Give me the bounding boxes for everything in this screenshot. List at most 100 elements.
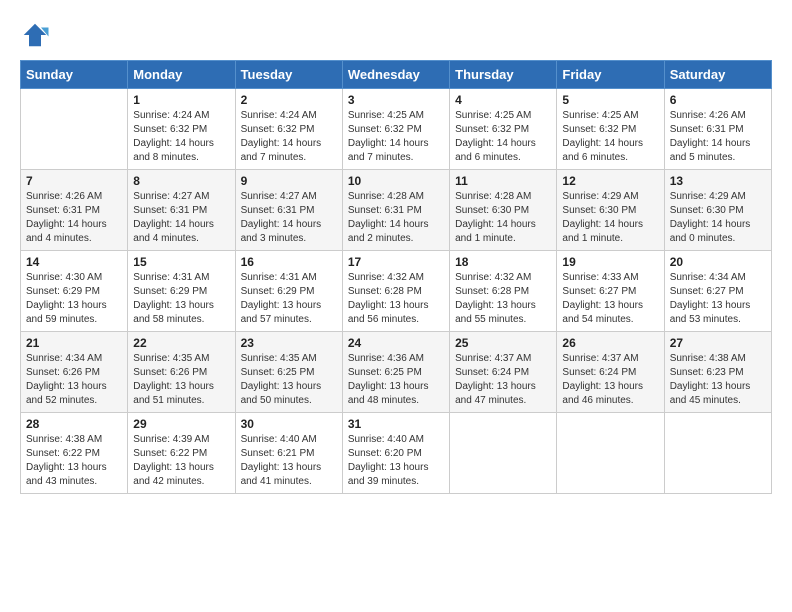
- sunset-text: Sunset: 6:29 PM: [241, 286, 315, 297]
- daylight-text: Daylight: 13 hours and 53 minutes.: [670, 300, 751, 325]
- sunrise-text: Sunrise: 4:33 AM: [562, 272, 638, 283]
- sunset-text: Sunset: 6:29 PM: [133, 286, 207, 297]
- day-number: 24: [348, 336, 444, 350]
- day-info: Sunrise: 4:40 AM Sunset: 6:20 PM Dayligh…: [348, 433, 444, 489]
- sunset-text: Sunset: 6:29 PM: [26, 286, 100, 297]
- calendar-week-1: 1 Sunrise: 4:24 AM Sunset: 6:32 PM Dayli…: [21, 89, 772, 170]
- calendar-cell: [557, 413, 664, 494]
- daylight-text: Daylight: 13 hours and 56 minutes.: [348, 300, 429, 325]
- calendar-cell: [450, 413, 557, 494]
- daylight-text: Daylight: 13 hours and 39 minutes.: [348, 462, 429, 487]
- sunrise-text: Sunrise: 4:26 AM: [26, 191, 102, 202]
- sunrise-text: Sunrise: 4:25 AM: [562, 110, 638, 121]
- sunset-text: Sunset: 6:31 PM: [133, 205, 207, 216]
- day-info: Sunrise: 4:36 AM Sunset: 6:25 PM Dayligh…: [348, 352, 444, 408]
- sunrise-text: Sunrise: 4:32 AM: [348, 272, 424, 283]
- sunset-text: Sunset: 6:25 PM: [241, 367, 315, 378]
- sunrise-text: Sunrise: 4:27 AM: [241, 191, 317, 202]
- daylight-text: Daylight: 13 hours and 45 minutes.: [670, 381, 751, 406]
- calendar-header-tuesday: Tuesday: [235, 61, 342, 89]
- calendar-week-2: 7 Sunrise: 4:26 AM Sunset: 6:31 PM Dayli…: [21, 170, 772, 251]
- sunset-text: Sunset: 6:32 PM: [562, 124, 636, 135]
- calendar-cell: 17 Sunrise: 4:32 AM Sunset: 6:28 PM Dayl…: [342, 251, 449, 332]
- day-info: Sunrise: 4:27 AM Sunset: 6:31 PM Dayligh…: [133, 190, 229, 246]
- calendar-cell: 28 Sunrise: 4:38 AM Sunset: 6:22 PM Dayl…: [21, 413, 128, 494]
- day-number: 1: [133, 93, 229, 107]
- calendar-cell: 4 Sunrise: 4:25 AM Sunset: 6:32 PM Dayli…: [450, 89, 557, 170]
- day-number: 30: [241, 417, 337, 431]
- day-number: 15: [133, 255, 229, 269]
- day-number: 26: [562, 336, 658, 350]
- header: [20, 20, 772, 50]
- sunrise-text: Sunrise: 4:27 AM: [133, 191, 209, 202]
- calendar-header-wednesday: Wednesday: [342, 61, 449, 89]
- calendar-cell: 8 Sunrise: 4:27 AM Sunset: 6:31 PM Dayli…: [128, 170, 235, 251]
- day-number: 20: [670, 255, 766, 269]
- calendar-cell: 24 Sunrise: 4:36 AM Sunset: 6:25 PM Dayl…: [342, 332, 449, 413]
- calendar-cell: 16 Sunrise: 4:31 AM Sunset: 6:29 PM Dayl…: [235, 251, 342, 332]
- day-info: Sunrise: 4:33 AM Sunset: 6:27 PM Dayligh…: [562, 271, 658, 327]
- day-number: 10: [348, 174, 444, 188]
- day-info: Sunrise: 4:25 AM Sunset: 6:32 PM Dayligh…: [348, 109, 444, 165]
- sunrise-text: Sunrise: 4:29 AM: [562, 191, 638, 202]
- day-info: Sunrise: 4:30 AM Sunset: 6:29 PM Dayligh…: [26, 271, 122, 327]
- calendar-cell: 13 Sunrise: 4:29 AM Sunset: 6:30 PM Dayl…: [664, 170, 771, 251]
- sunset-text: Sunset: 6:22 PM: [133, 448, 207, 459]
- calendar-cell: 30 Sunrise: 4:40 AM Sunset: 6:21 PM Dayl…: [235, 413, 342, 494]
- day-info: Sunrise: 4:39 AM Sunset: 6:22 PM Dayligh…: [133, 433, 229, 489]
- calendar-cell: 22 Sunrise: 4:35 AM Sunset: 6:26 PM Dayl…: [128, 332, 235, 413]
- sunset-text: Sunset: 6:32 PM: [241, 124, 315, 135]
- calendar-header-thursday: Thursday: [450, 61, 557, 89]
- sunset-text: Sunset: 6:27 PM: [670, 286, 744, 297]
- sunrise-text: Sunrise: 4:34 AM: [670, 272, 746, 283]
- calendar-cell: 1 Sunrise: 4:24 AM Sunset: 6:32 PM Dayli…: [128, 89, 235, 170]
- day-number: 8: [133, 174, 229, 188]
- daylight-text: Daylight: 14 hours and 6 minutes.: [562, 138, 643, 163]
- day-info: Sunrise: 4:26 AM Sunset: 6:31 PM Dayligh…: [26, 190, 122, 246]
- calendar-cell: 7 Sunrise: 4:26 AM Sunset: 6:31 PM Dayli…: [21, 170, 128, 251]
- day-number: 11: [455, 174, 551, 188]
- calendar-cell: 2 Sunrise: 4:24 AM Sunset: 6:32 PM Dayli…: [235, 89, 342, 170]
- sunrise-text: Sunrise: 4:35 AM: [241, 353, 317, 364]
- calendar-cell: 21 Sunrise: 4:34 AM Sunset: 6:26 PM Dayl…: [21, 332, 128, 413]
- daylight-text: Daylight: 14 hours and 1 minute.: [562, 219, 643, 244]
- sunset-text: Sunset: 6:31 PM: [670, 124, 744, 135]
- daylight-text: Daylight: 13 hours and 42 minutes.: [133, 462, 214, 487]
- day-info: Sunrise: 4:24 AM Sunset: 6:32 PM Dayligh…: [133, 109, 229, 165]
- day-number: 19: [562, 255, 658, 269]
- calendar-week-4: 21 Sunrise: 4:34 AM Sunset: 6:26 PM Dayl…: [21, 332, 772, 413]
- day-number: 18: [455, 255, 551, 269]
- daylight-text: Daylight: 14 hours and 4 minutes.: [133, 219, 214, 244]
- daylight-text: Daylight: 13 hours and 50 minutes.: [241, 381, 322, 406]
- sunset-text: Sunset: 6:26 PM: [26, 367, 100, 378]
- sunrise-text: Sunrise: 4:24 AM: [241, 110, 317, 121]
- day-number: 21: [26, 336, 122, 350]
- sunrise-text: Sunrise: 4:31 AM: [133, 272, 209, 283]
- daylight-text: Daylight: 14 hours and 2 minutes.: [348, 219, 429, 244]
- daylight-text: Daylight: 13 hours and 58 minutes.: [133, 300, 214, 325]
- calendar-cell: 14 Sunrise: 4:30 AM Sunset: 6:29 PM Dayl…: [21, 251, 128, 332]
- daylight-text: Daylight: 14 hours and 4 minutes.: [26, 219, 107, 244]
- calendar-header-monday: Monday: [128, 61, 235, 89]
- day-info: Sunrise: 4:29 AM Sunset: 6:30 PM Dayligh…: [562, 190, 658, 246]
- daylight-text: Daylight: 13 hours and 54 minutes.: [562, 300, 643, 325]
- day-info: Sunrise: 4:38 AM Sunset: 6:23 PM Dayligh…: [670, 352, 766, 408]
- sunset-text: Sunset: 6:27 PM: [562, 286, 636, 297]
- calendar-week-5: 28 Sunrise: 4:38 AM Sunset: 6:22 PM Dayl…: [21, 413, 772, 494]
- daylight-text: Daylight: 13 hours and 43 minutes.: [26, 462, 107, 487]
- sunset-text: Sunset: 6:30 PM: [455, 205, 529, 216]
- sunset-text: Sunset: 6:28 PM: [348, 286, 422, 297]
- sunrise-text: Sunrise: 4:34 AM: [26, 353, 102, 364]
- sunset-text: Sunset: 6:24 PM: [562, 367, 636, 378]
- sunset-text: Sunset: 6:32 PM: [348, 124, 422, 135]
- calendar-cell: [21, 89, 128, 170]
- calendar-header-friday: Friday: [557, 61, 664, 89]
- calendar-header-row: SundayMondayTuesdayWednesdayThursdayFrid…: [21, 61, 772, 89]
- day-info: Sunrise: 4:27 AM Sunset: 6:31 PM Dayligh…: [241, 190, 337, 246]
- sunrise-text: Sunrise: 4:38 AM: [670, 353, 746, 364]
- day-info: Sunrise: 4:32 AM Sunset: 6:28 PM Dayligh…: [455, 271, 551, 327]
- sunset-text: Sunset: 6:25 PM: [348, 367, 422, 378]
- day-number: 25: [455, 336, 551, 350]
- sunrise-text: Sunrise: 4:25 AM: [455, 110, 531, 121]
- daylight-text: Daylight: 13 hours and 41 minutes.: [241, 462, 322, 487]
